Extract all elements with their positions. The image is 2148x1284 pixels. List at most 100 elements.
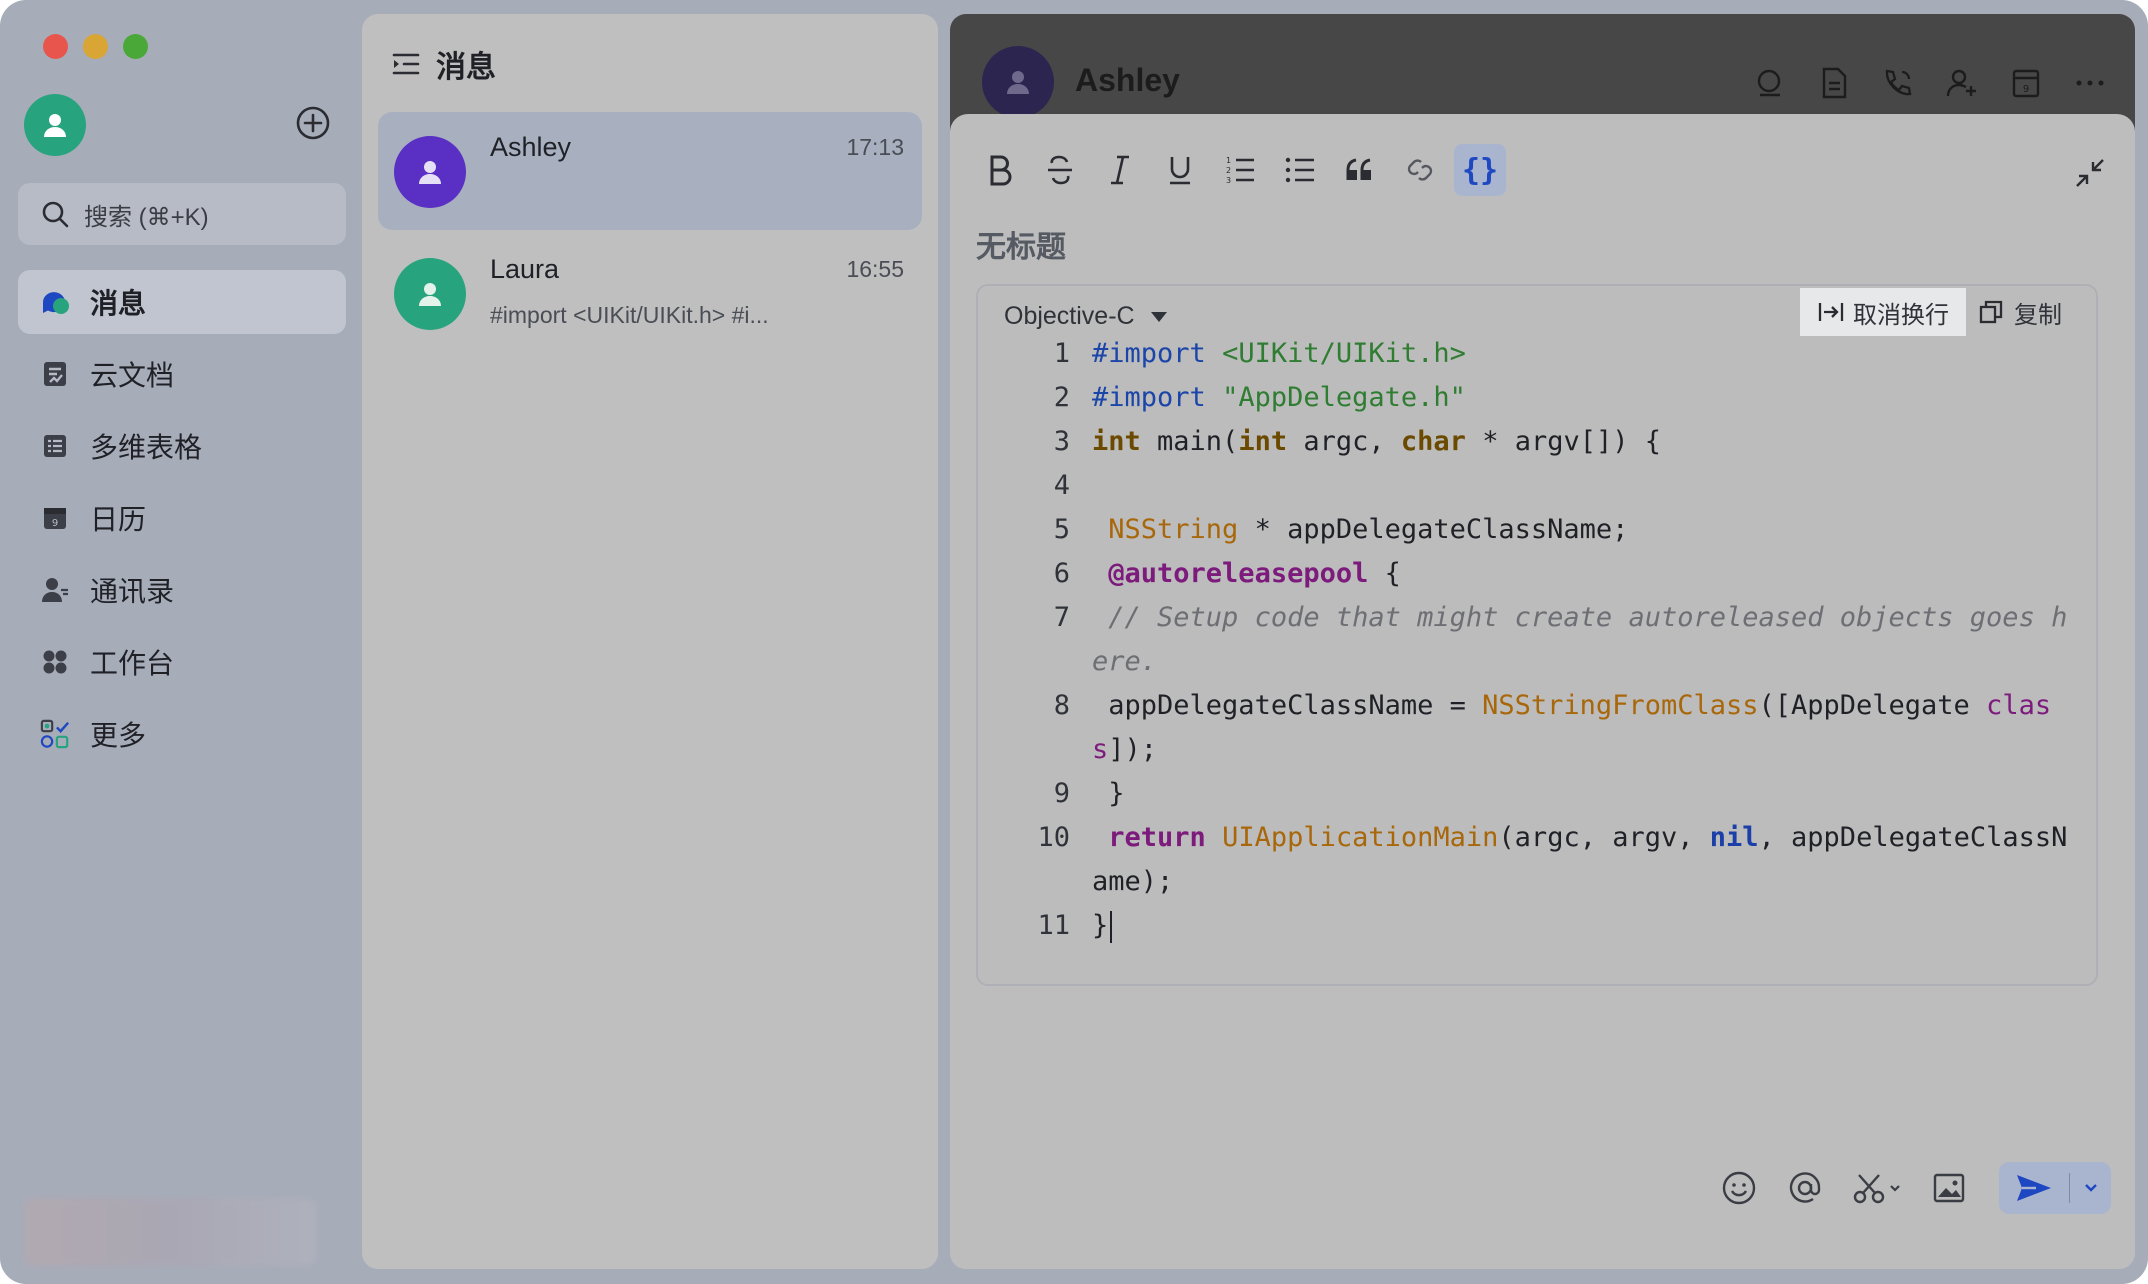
- svg-text:9: 9: [2023, 84, 2029, 95]
- add-member-icon[interactable]: [1945, 66, 1979, 100]
- search-icon: [42, 201, 69, 228]
- zoom-window-button[interactable]: [123, 34, 148, 59]
- person-icon: [419, 161, 441, 184]
- user-avatar[interactable]: [24, 94, 86, 156]
- line-number: 1: [1053, 338, 1070, 369]
- send-options-button[interactable]: [2070, 1182, 2111, 1194]
- scissors-icon: [1853, 1174, 1900, 1204]
- image-icon: [1933, 1173, 1965, 1203]
- strikethrough-button[interactable]: [1034, 144, 1086, 196]
- conversation-item-laura[interactable]: Laura 16:55 #import <UIKit/UIKit.h> #i..…: [378, 234, 922, 352]
- message-editor[interactable]: 123 {} 无标题 Objective-C 取消换行 复制 1 #import…: [950, 114, 2135, 1269]
- code-line: 11}: [978, 904, 2088, 948]
- line-number: 2: [1053, 382, 1070, 413]
- code-content[interactable]: 1 #import <UIKit/UIKit.h> 2 #import "AppDe…: [978, 332, 2088, 948]
- mention-button[interactable]: [1785, 1168, 1825, 1208]
- quote-button[interactable]: [1334, 144, 1386, 196]
- unwrap-icon: [1818, 303, 1844, 321]
- table-icon: [40, 431, 70, 461]
- send-button[interactable]: [1999, 1162, 2111, 1214]
- image-button[interactable]: [1929, 1168, 1969, 1208]
- collapse-editor-icon[interactable]: [2073, 156, 2107, 190]
- italic-button[interactable]: [1094, 144, 1146, 196]
- search-placeholder: 搜索 (⌘+K): [84, 203, 209, 231]
- italic-icon: [1111, 155, 1129, 185]
- blurred-footer: [24, 1198, 316, 1266]
- minimize-window-button[interactable]: [83, 34, 108, 59]
- search-chat-icon[interactable]: [1753, 66, 1787, 100]
- sidebar-item-label: 云文档: [90, 360, 175, 391]
- underline-icon: [1170, 157, 1190, 185]
- calendar-icon[interactable]: 9: [2009, 66, 2043, 100]
- copy-button[interactable]: 复制: [1978, 288, 2062, 336]
- emoji-button[interactable]: [1719, 1168, 1759, 1208]
- workplace-icon: [40, 647, 70, 677]
- chat-panel: Ashley 9 123 {} 无标题 Objective-C 取消换行 复制 …: [950, 14, 2135, 1269]
- line-number: 4: [1053, 470, 1070, 501]
- sidebar-item-messages[interactable]: 消息: [18, 270, 346, 334]
- sidebar-item-docs[interactable]: 云文档: [18, 342, 346, 406]
- underline-button[interactable]: [1154, 144, 1206, 196]
- sidebar-item-workplace[interactable]: 工作台: [18, 630, 346, 694]
- sidebar-item-contacts[interactable]: 通讯录: [18, 558, 346, 622]
- sidebar-item-calendar[interactable]: 9 日历: [18, 486, 346, 550]
- line-number: 11: [1037, 910, 1070, 941]
- link-icon: [1407, 159, 1433, 181]
- screen: 搜索 (⌘+K) 消息 云文档 多维表格 9 日历 通讯录 工作台 更多 消息 …: [0, 0, 2148, 1284]
- sidebar-nav: 消息 云文档 多维表格 9 日历 通讯录 工作台 更多: [18, 270, 346, 774]
- conversation-name: Ashley: [490, 132, 572, 162]
- unwrap-label: 取消换行: [1853, 301, 1949, 329]
- code-line: 9 }: [978, 772, 2088, 816]
- sidebar-item-bitable[interactable]: 多维表格: [18, 414, 346, 478]
- chat-title: Ashley: [1075, 62, 1180, 98]
- code-block-button[interactable]: {}: [1454, 144, 1506, 196]
- app-window: 搜索 (⌘+K) 消息 云文档 多维表格 9 日历 通讯录 工作台 更多 消息 …: [0, 0, 2148, 1284]
- person-icon: [44, 114, 66, 137]
- screenshot-button[interactable]: [1851, 1168, 1903, 1208]
- svg-text:9: 9: [52, 518, 58, 529]
- language-selector[interactable]: Objective-C: [1004, 302, 1167, 331]
- calendar-icon: 9: [40, 503, 70, 533]
- line-number: 5: [1053, 514, 1070, 545]
- code-block[interactable]: Objective-C 取消换行 复制 1 #import <UIKit/UIKi…: [976, 284, 2098, 986]
- text-cursor: [1110, 910, 1113, 943]
- add-icon[interactable]: [295, 105, 331, 141]
- bold-button[interactable]: [974, 144, 1026, 196]
- copy-icon: [1979, 300, 2003, 324]
- code-line: 1 #import <UIKit/UIKit.h>: [978, 332, 2088, 376]
- message-list-panel: 消息 Ashley 17:13 Laura 16:55 #import <UIK…: [362, 14, 938, 1269]
- sidebar-item-label: 消息: [90, 288, 147, 319]
- collapse-sidebar-icon[interactable]: [392, 51, 420, 77]
- link-button[interactable]: [1394, 144, 1446, 196]
- code-line: 4: [978, 464, 2088, 508]
- sidebar-item-more[interactable]: 更多: [18, 702, 346, 766]
- contacts-icon: [40, 575, 70, 605]
- bullet-list-button[interactable]: [1274, 144, 1326, 196]
- chat-avatar[interactable]: [982, 46, 1054, 118]
- quote-icon: [1346, 158, 1371, 180]
- document-title[interactable]: 无标题: [976, 222, 1066, 266]
- avatar: [394, 136, 466, 208]
- conversation-preview: #import <UIKit/UIKit.h> #i...: [490, 302, 769, 328]
- bold-icon: [990, 155, 1012, 186]
- close-window-button[interactable]: [43, 34, 68, 59]
- message-icon: [40, 287, 70, 317]
- code-line: 2 #import "AppDelegate.h": [978, 376, 2088, 420]
- language-label: Objective-C: [1004, 302, 1135, 330]
- call-icon[interactable]: [1881, 66, 1915, 100]
- line-number: 6: [1053, 558, 1070, 589]
- line-number: 10: [1037, 822, 1070, 853]
- at-icon: [1789, 1172, 1821, 1203]
- more-icon[interactable]: [2073, 66, 2107, 100]
- unwrap-button[interactable]: 取消换行: [1800, 288, 1966, 336]
- svg-text:3: 3: [1226, 176, 1231, 185]
- line-number: 9: [1053, 778, 1070, 809]
- send-icon: [2017, 1175, 2051, 1201]
- document-icon[interactable]: [1817, 66, 1851, 100]
- code-braces-icon: {}: [1461, 152, 1499, 188]
- search-input[interactable]: 搜索 (⌘+K): [18, 183, 346, 245]
- ordered-list-button[interactable]: 123: [1214, 144, 1266, 196]
- code-line: 5 NSString * appDelegateClassName;: [978, 508, 2088, 552]
- conversation-item-ashley[interactable]: Ashley 17:13: [378, 112, 922, 230]
- code-line: 8 appDelegateClassName = NSStringFromCla…: [978, 684, 2088, 772]
